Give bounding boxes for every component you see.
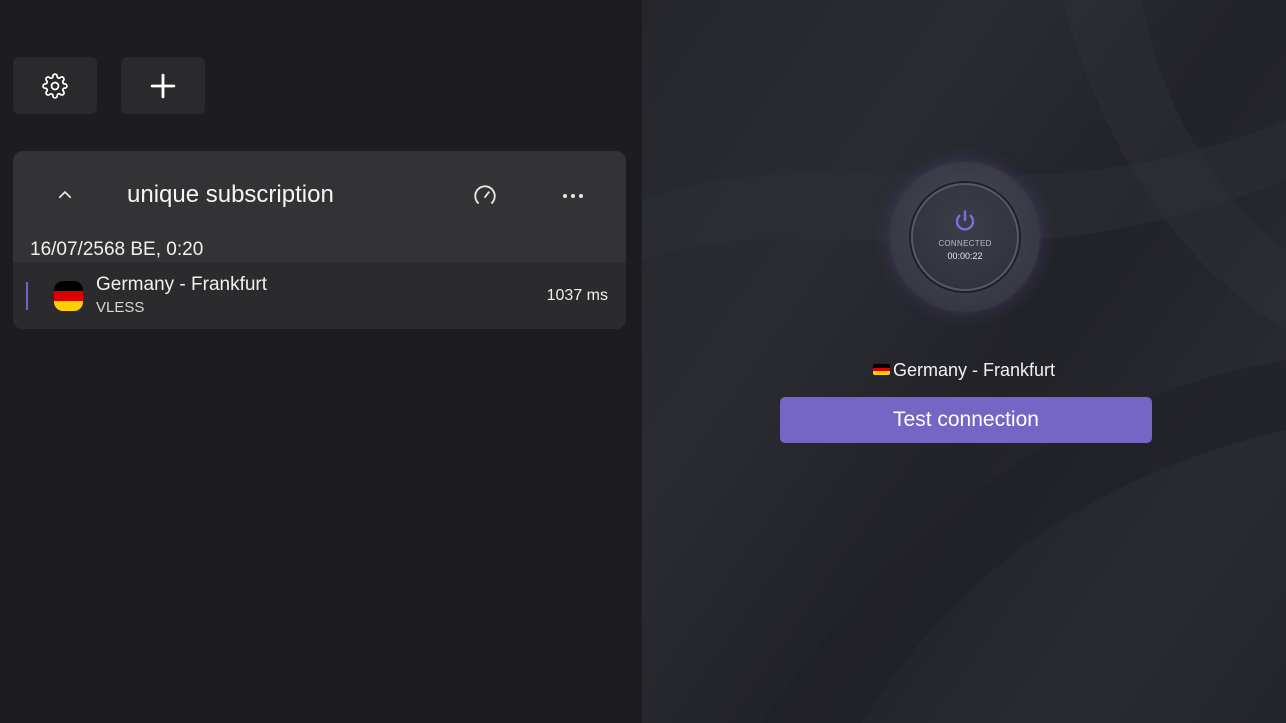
app-window: unique subscription 16/07/2568 BE, 0:20 [0,0,1286,723]
power-button-face: CONNECTED 00:00:22 [911,183,1019,291]
germany-flag-icon [54,281,83,311]
speedometer-icon [474,185,496,204]
chevron-up-icon [58,191,72,199]
toolbar [13,57,205,114]
gear-icon [42,72,68,99]
subscription-header: unique subscription [13,151,626,239]
server-name: Germany - Frankfurt [96,274,268,295]
server-ping: 1037 ms [546,287,608,304]
server-list-panel: unique subscription 16/07/2568 BE, 0:20 [0,0,642,723]
server-protocol: VLESS [96,299,145,316]
server-list-item[interactable]: Germany - Frankfurt VLESS 1037 ms [13,262,626,329]
settings-button[interactable] [13,57,97,114]
connected-location: Germany - Frankfurt [642,358,1286,382]
add-subscription-button[interactable] [121,57,205,114]
power-button[interactable]: CONNECTED 00:00:22 [890,162,1040,312]
germany-flag-icon [872,364,890,375]
collapse-button[interactable] [49,179,81,211]
connection-timer: 00:00:22 [947,251,983,261]
more-options-button[interactable] [557,180,589,212]
speedtest-button[interactable] [469,180,501,212]
connection-status: CONNECTED [938,239,992,248]
subscription-card: unique subscription 16/07/2568 BE, 0:20 [13,151,626,329]
plus-icon [150,73,176,98]
connection-panel: CONNECTED 00:00:22 Germany - Frankfurt T… [642,0,1286,723]
test-connection-button[interactable]: Test connection [780,397,1152,443]
subscription-updated-date: 16/07/2568 BE, 0:20 [30,239,204,260]
power-icon [955,210,975,231]
location-name: Germany - Frankfurt [892,360,1056,380]
subscription-title: unique subscription [127,181,334,208]
more-horizontal-icon [563,194,583,198]
selected-indicator [26,282,28,310]
